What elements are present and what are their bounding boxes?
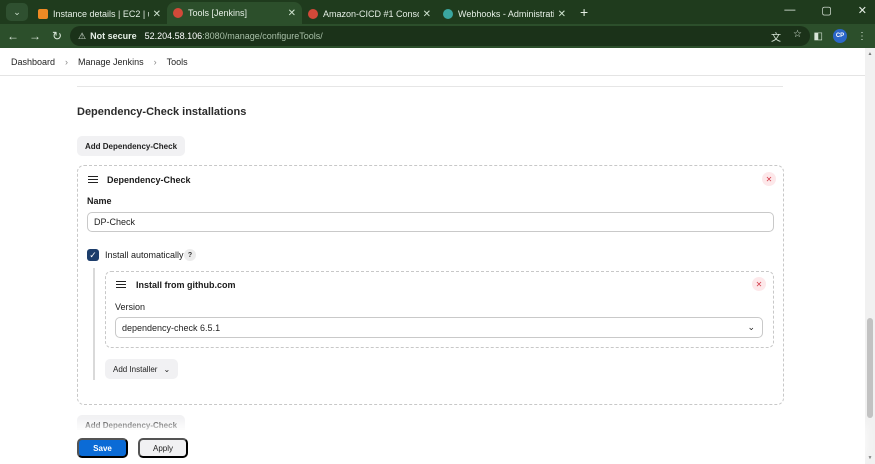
jenkins-favicon-icon <box>173 8 183 18</box>
installation-title: Dependency-Check <box>107 175 191 185</box>
section-title: Dependency-Check installations <box>77 106 247 118</box>
chevron-down-icon: ⌄ <box>163 364 171 374</box>
version-selected: dependency-check 6.5.1 <box>122 322 221 333</box>
drag-handle-icon[interactable] <box>116 281 126 288</box>
tab-search-icon[interactable]: ⌄ <box>6 3 28 21</box>
section-divider <box>77 86 783 87</box>
aws-favicon-icon <box>38 9 48 19</box>
jenkins-favicon-icon <box>308 9 318 19</box>
add-installer-label: Add Installer <box>113 364 158 374</box>
add-dependency-check-button[interactable]: Add Dependency-Check <box>77 136 186 156</box>
version-label: Version <box>115 302 146 312</box>
breadcrumb-dashboard[interactable]: Dashboard <box>11 57 55 67</box>
tab-title: Amazon-CICD #1 Console [Jenk <box>323 9 419 19</box>
sidebar-icon[interactable]: ◧ <box>814 31 823 42</box>
back-icon[interactable]: ← <box>2 29 24 43</box>
close-window-icon[interactable]: ✕ <box>858 4 867 17</box>
tab-title: Tools [Jenkins] <box>188 8 248 18</box>
help-icon[interactable]: ? <box>184 249 196 261</box>
close-tab-icon[interactable]: ✕ <box>153 9 161 20</box>
tab-ec2[interactable]: Instance details | EC2 | us-east ✕ <box>32 4 167 24</box>
forward-icon[interactable]: → <box>24 29 46 43</box>
breadcrumb: Dashboard › Manage Jenkins › Tools <box>0 48 875 76</box>
not-secure-icon[interactable]: ⚠ <box>78 31 86 42</box>
webhooks-favicon-icon <box>443 9 453 19</box>
tab-jenkins-tools[interactable]: Tools [Jenkins] ✕ <box>167 2 302 24</box>
delete-installation-icon[interactable]: ✕ <box>762 172 776 186</box>
apply-button[interactable]: Apply <box>138 438 188 458</box>
bookmark-star-icon[interactable]: ☆ <box>793 29 802 44</box>
minimize-icon[interactable]: — <box>784 4 795 17</box>
profile-avatar[interactable]: CP <box>833 29 847 43</box>
security-label[interactable]: Not secure <box>90 31 137 41</box>
close-tab-icon[interactable]: ✕ <box>423 9 431 20</box>
save-button[interactable]: Save <box>77 438 128 458</box>
scrollbar-thumb[interactable] <box>867 318 873 418</box>
maximize-icon[interactable]: ▢ <box>821 4 831 17</box>
browser-tab-bar: ⌄ Instance details | EC2 | us-east ✕ Too… <box>0 0 875 24</box>
tab-title: Instance details | EC2 | us-east <box>53 9 149 19</box>
tab-webhooks[interactable]: Webhooks - Administration ✕ <box>437 4 572 24</box>
url-path: :8080/manage/configureTools/ <box>202 31 323 41</box>
install-automatically-label: Install automatically <box>105 250 184 260</box>
address-bar[interactable]: ⚠ Not secure 52.204.58.106 :8080/manage/… <box>70 26 810 46</box>
scroll-up-icon[interactable]: ▲ <box>867 51 873 57</box>
chevron-down-icon: ⌄ <box>747 322 755 332</box>
menu-kebab-icon[interactable]: ⋮ <box>857 31 867 42</box>
chevron-right-icon: › <box>65 56 69 67</box>
translate-icon[interactable]: 文 <box>771 29 781 44</box>
install-automatically-checkbox[interactable]: ✓ <box>87 249 99 261</box>
tab-jenkins-console[interactable]: Amazon-CICD #1 Console [Jenk ✕ <box>302 4 437 24</box>
reload-icon[interactable]: ↻ <box>46 29 68 43</box>
add-installer-button[interactable]: Add Installer ⌄ <box>105 359 179 379</box>
window-controls: — ▢ ✕ <box>784 4 867 17</box>
name-input[interactable]: DP-Check <box>87 212 774 232</box>
close-tab-icon[interactable]: ✕ <box>288 8 296 19</box>
scroll-down-icon[interactable]: ▼ <box>867 455 873 461</box>
delete-installer-icon[interactable]: ✕ <box>752 277 766 291</box>
drag-handle-icon[interactable] <box>88 176 98 183</box>
nested-indicator <box>93 268 95 380</box>
name-label: Name <box>87 196 112 206</box>
breadcrumb-manage-jenkins[interactable]: Manage Jenkins <box>78 57 144 67</box>
chevron-right-icon: › <box>153 56 157 67</box>
version-select[interactable]: dependency-check 6.5.1 ⌄ <box>115 317 763 338</box>
app-bar-bottom <box>0 430 865 464</box>
tab-title: Webhooks - Administration <box>458 9 554 19</box>
browser-toolbar: ← → ↻ ⚠ Not secure 52.204.58.106 :8080/m… <box>0 24 875 48</box>
breadcrumb-tools[interactable]: Tools <box>167 57 188 67</box>
new-tab-icon[interactable]: + <box>580 4 588 20</box>
url-host: 52.204.58.106 <box>144 31 203 41</box>
installer-title: Install from github.com <box>136 280 236 290</box>
close-tab-icon[interactable]: ✕ <box>558 9 566 20</box>
